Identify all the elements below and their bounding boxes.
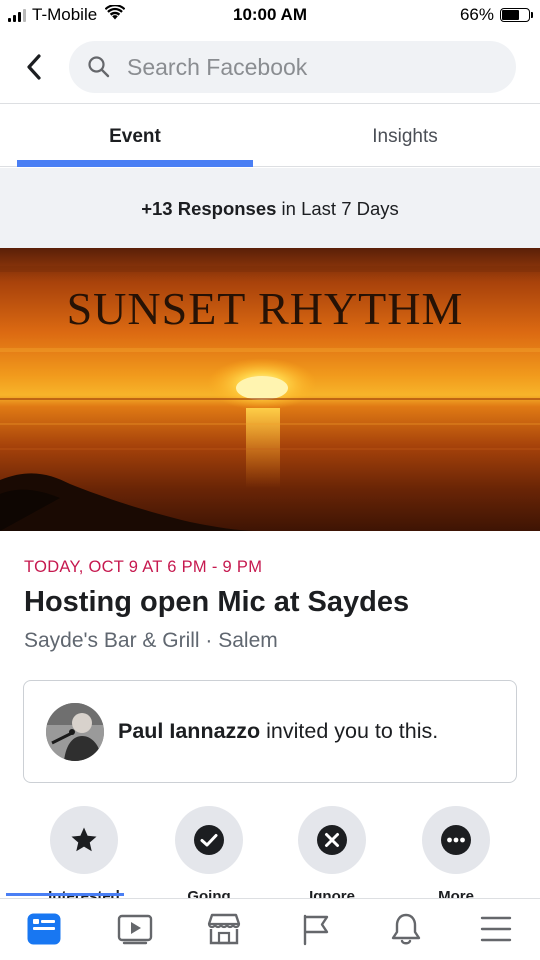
notifications-bell-icon — [391, 913, 421, 945]
chevron-left-icon — [27, 54, 41, 80]
tab-active-indicator — [17, 160, 253, 167]
watch-icon — [117, 914, 153, 945]
responses-count: +13 Responses — [141, 198, 277, 219]
tab-event-label: Event — [109, 126, 161, 147]
invite-card[interactable]: Paul Iannazzo invited you to this. — [23, 680, 517, 783]
marketplace-icon — [207, 913, 241, 945]
more-button[interactable]: More — [396, 806, 516, 898]
ellipsis-icon — [441, 825, 471, 855]
event-tabs: Event Insights — [0, 105, 540, 167]
search-box[interactable] — [69, 41, 516, 93]
event-location-text: Sayde's Bar & Grill · Salem — [24, 629, 278, 652]
battery-percent: 66% — [459, 5, 494, 24]
nav-notifications[interactable] — [386, 911, 426, 947]
search-input[interactable] — [127, 53, 457, 81]
news-feed-icon — [27, 913, 61, 945]
interested-button[interactable]: Interested — [24, 806, 144, 898]
going-label: Going — [187, 888, 231, 898]
status-right: 66% — [459, 5, 533, 25]
tab-event[interactable]: Event — [0, 105, 270, 167]
nav-news-feed[interactable] — [24, 911, 64, 947]
x-icon — [317, 825, 347, 855]
bottom-nav — [0, 898, 540, 960]
interested-circle — [50, 806, 118, 874]
invite-text: Paul Iannazzo invited you to this. — [118, 719, 438, 744]
search-icon — [87, 55, 111, 79]
back-button[interactable] — [20, 52, 48, 82]
battery-icon — [500, 8, 533, 22]
ignore-button[interactable]: Ignore — [272, 806, 392, 898]
more-label: More — [438, 888, 474, 898]
responses-suffix: in Last 7 Days — [276, 198, 399, 219]
nav-watch[interactable] — [115, 911, 155, 947]
event-cover-photo[interactable]: SUNSET RHYTHM — [0, 248, 540, 531]
event-location[interactable]: Sayde's Bar & Grill · Salem — [24, 629, 278, 653]
tab-insights[interactable]: Insights — [270, 105, 540, 167]
search-header — [0, 32, 540, 104]
going-circle — [175, 806, 243, 874]
inviter-name[interactable]: Paul Iannazzo — [118, 719, 260, 743]
status-bar: T-Mobile 10:00 AM 66% — [0, 0, 540, 32]
scroll-indicator — [6, 893, 124, 896]
pages-flag-icon — [303, 914, 329, 946]
going-button[interactable]: Going — [149, 806, 269, 898]
nav-pages[interactable] — [296, 911, 336, 947]
event-title: Hosting open Mic at Saydes — [24, 586, 410, 618]
tab-insights-label: Insights — [372, 126, 438, 147]
ignore-label: Ignore — [309, 888, 355, 898]
check-icon — [194, 825, 224, 855]
invite-message: invited you to this. — [260, 719, 439, 743]
more-circle — [422, 806, 490, 874]
rsvp-actions: Interested Going Ignore Mo — [0, 806, 540, 898]
responses-banner[interactable]: +13 Responses in Last 7 Days — [0, 168, 540, 248]
cover-title: SUNSET RHYTHM — [67, 283, 464, 334]
menu-icon — [480, 916, 512, 942]
battery-fill — [502, 10, 520, 20]
event-date: TODAY, OCT 9 AT 6 PM - 9 PM — [24, 558, 263, 576]
nav-menu[interactable] — [476, 911, 516, 947]
star-icon — [71, 827, 97, 852]
avatar[interactable] — [46, 702, 104, 761]
nav-marketplace[interactable] — [204, 911, 244, 947]
ignore-circle — [298, 806, 366, 874]
